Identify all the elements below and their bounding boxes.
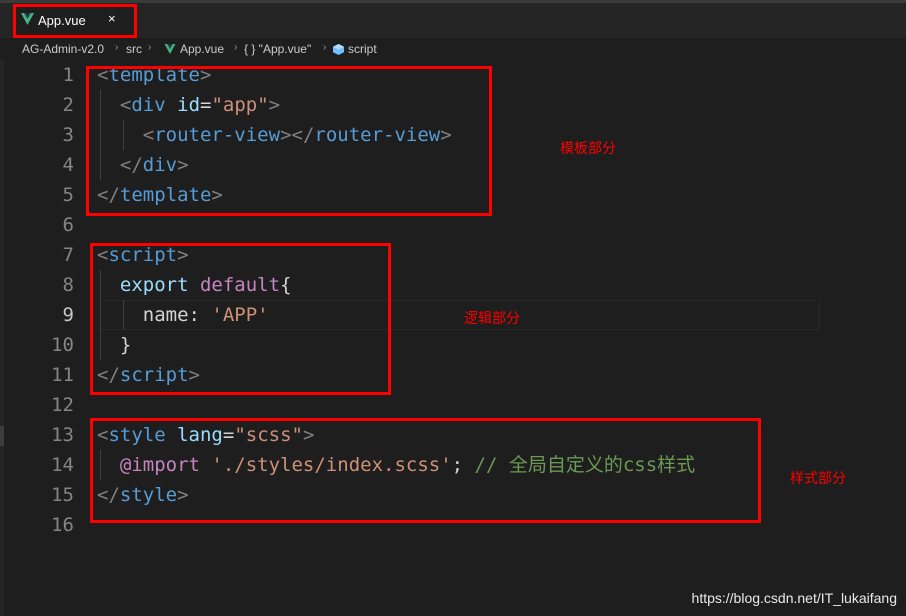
breadcrumb-separator: › bbox=[234, 42, 238, 53]
style-highlight-box bbox=[90, 418, 761, 523]
cube-icon bbox=[333, 44, 344, 55]
tab-label: App.vue bbox=[38, 13, 86, 28]
script-highlight-box bbox=[90, 243, 391, 395]
breadcrumb-separator: › bbox=[323, 42, 327, 53]
template-highlight-box bbox=[86, 66, 492, 216]
line-number: 2 bbox=[62, 94, 74, 116]
breadcrumb-item-file[interactable]: App.vue bbox=[180, 42, 224, 56]
line-number: 14 bbox=[51, 454, 74, 476]
line-number: 13 bbox=[51, 424, 74, 446]
logic-annotation: 逻辑部分 bbox=[464, 311, 520, 327]
tab-app-vue[interactable]: App.vue × bbox=[13, 4, 137, 38]
breadcrumb-item-src[interactable]: src bbox=[126, 42, 142, 56]
line-number: 10 bbox=[51, 334, 74, 356]
line-number: 6 bbox=[62, 214, 74, 236]
breadcrumb: AG-Admin-v2.0 › src › App.vue › { } "App… bbox=[0, 38, 906, 60]
breadcrumb-item-project[interactable]: AG-Admin-v2.0 bbox=[22, 42, 104, 56]
line-number: 1 bbox=[62, 64, 74, 86]
line-number: 12 bbox=[51, 394, 74, 416]
template-annotation: 模板部分 bbox=[560, 141, 616, 157]
breadcrumb-item-module[interactable]: { } "App.vue" bbox=[244, 42, 311, 56]
breadcrumb-separator: › bbox=[115, 42, 119, 53]
line-number: 8 bbox=[62, 274, 74, 296]
line-number: 7 bbox=[62, 244, 74, 266]
breadcrumb-separator: › bbox=[148, 42, 152, 53]
vue-icon bbox=[21, 13, 34, 25]
line-number: 9 bbox=[62, 304, 74, 326]
line-number: 16 bbox=[51, 514, 74, 536]
line-number: 5 bbox=[62, 184, 74, 206]
line-number-gutter: 1 2 3 4 5 6 7 8 9 10 11 12 13 14 15 16 bbox=[0, 60, 74, 540]
close-icon[interactable]: × bbox=[108, 11, 116, 26]
style-annotation: 样式部分 bbox=[790, 471, 846, 487]
vue-icon bbox=[164, 44, 176, 54]
watermark: https://blog.csdn.net/IT_lukaifang bbox=[691, 590, 897, 606]
line-number: 3 bbox=[62, 124, 74, 146]
line-number: 11 bbox=[51, 364, 74, 386]
line-number: 4 bbox=[62, 154, 74, 176]
breadcrumb-item-script[interactable]: script bbox=[348, 42, 377, 56]
tab-bar-border bbox=[0, 0, 906, 3]
tab-bar: App.vue × bbox=[0, 0, 906, 38]
line-number: 15 bbox=[51, 484, 74, 506]
